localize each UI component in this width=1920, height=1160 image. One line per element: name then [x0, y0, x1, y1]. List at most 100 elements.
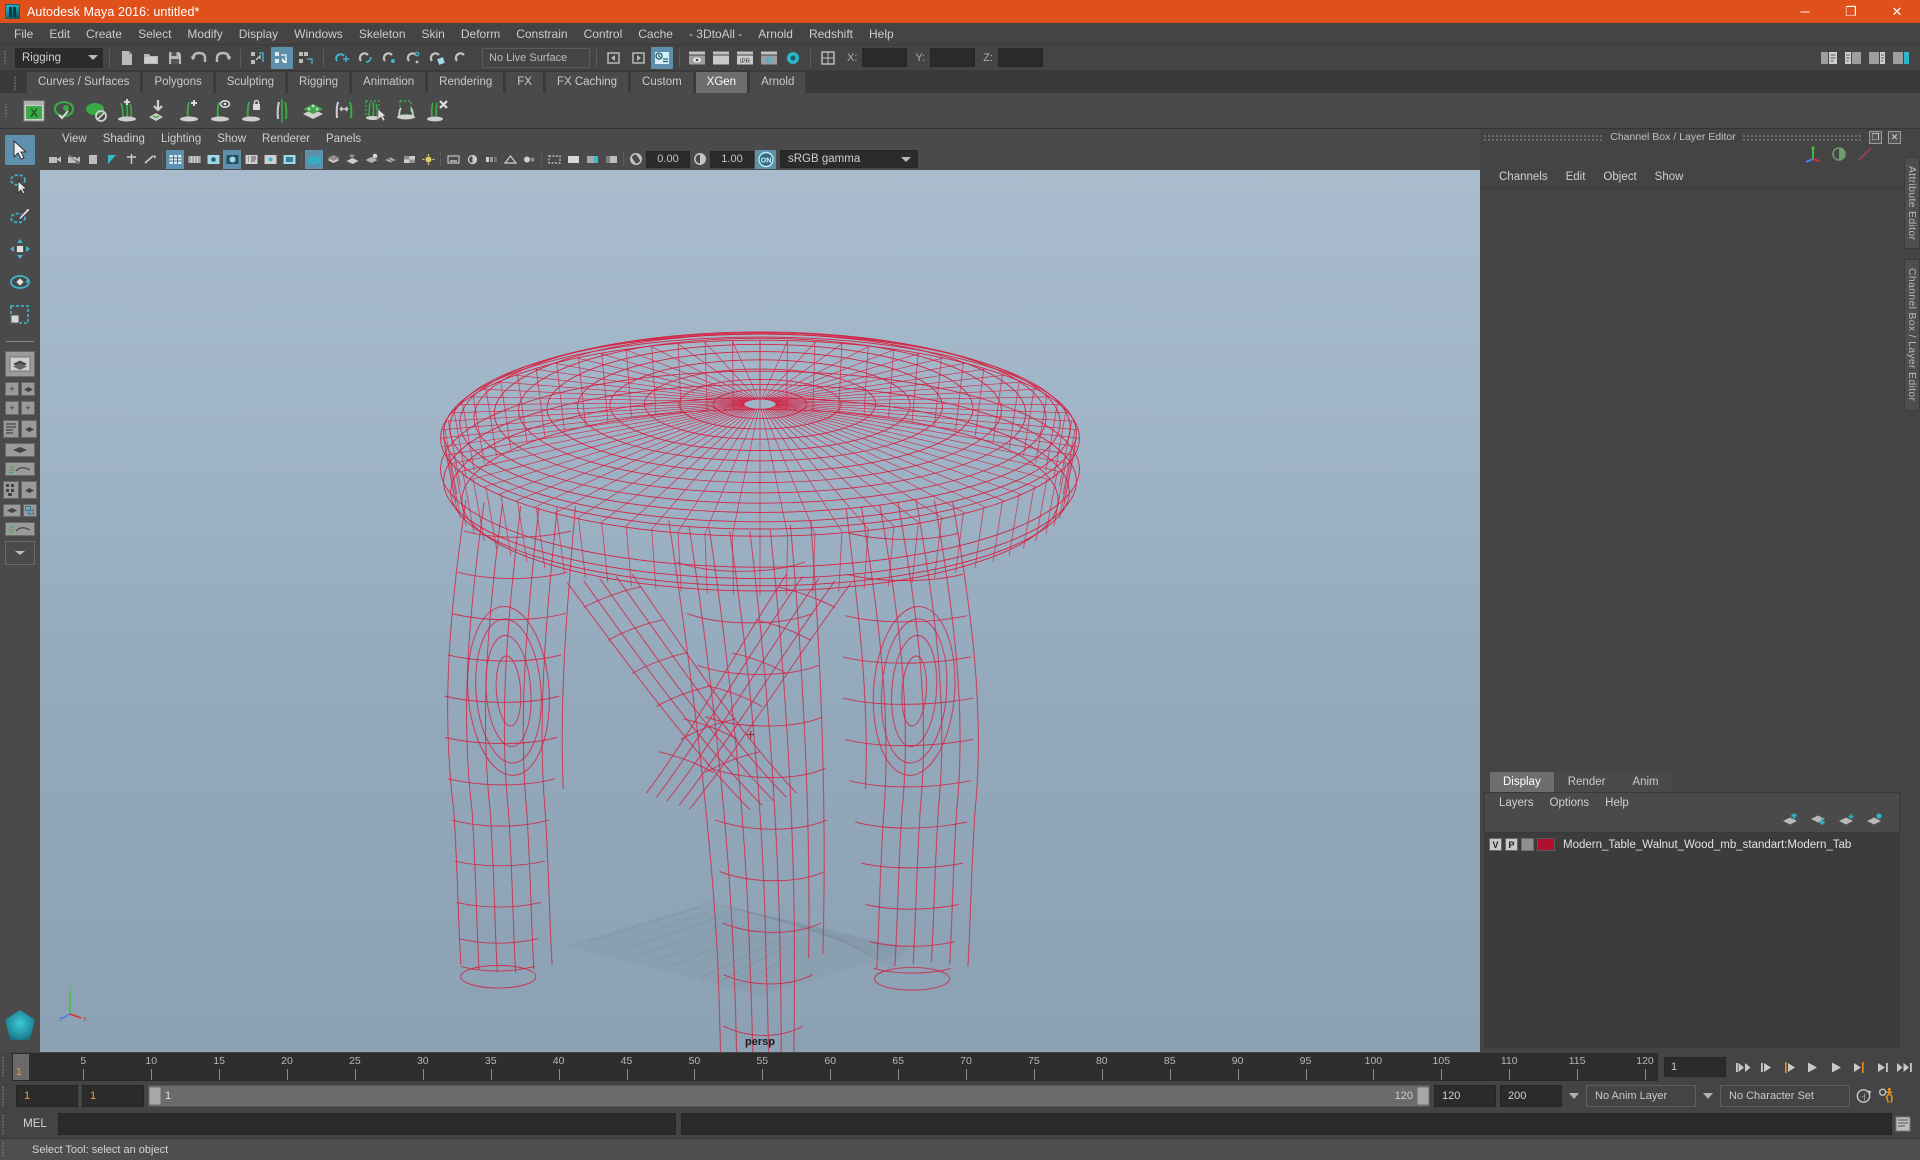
menu-3dtoall[interactable]: - 3DtoAll - — [681, 25, 750, 43]
xray-joints-icon[interactable] — [583, 150, 601, 169]
character-set-dropdown-icon[interactable] — [1703, 1093, 1713, 1099]
paint-select-tool[interactable] — [5, 201, 35, 231]
smooth-shade-all-icon[interactable] — [324, 150, 342, 169]
layer-playback-toggle[interactable]: P — [1505, 838, 1518, 851]
xgen-sculpt-layer-icon[interactable] — [298, 95, 328, 127]
bookmark-icon[interactable] — [103, 150, 121, 169]
layer-row[interactable]: V P Modern_Table_Walnut_Wood_mb_standart… — [1485, 835, 1899, 854]
hypershade-layout[interactable] — [3, 481, 19, 499]
camera-attributes-icon[interactable] — [84, 150, 102, 169]
anim-layer-dropdown-icon[interactable] — [1569, 1093, 1579, 1099]
open-scene-icon[interactable] — [140, 47, 162, 69]
render-sequence-icon[interactable] — [710, 47, 732, 69]
lasso-select-tool[interactable] — [5, 168, 35, 198]
xgen-region-icon[interactable] — [391, 95, 421, 127]
range-bar[interactable]: 1 120 — [148, 1085, 1430, 1107]
shelf-tab-xgen[interactable]: XGen — [694, 71, 749, 93]
xray-active-components-icon[interactable] — [602, 150, 620, 169]
shelf-tab-fx[interactable]: FX — [505, 71, 544, 93]
menu-display[interactable]: Display — [231, 25, 286, 43]
current-time-indicator[interactable]: 1 — [13, 1054, 29, 1080]
xgen-mirror-guide-icon[interactable] — [267, 95, 297, 127]
tab-render-layers[interactable]: Render — [1554, 772, 1619, 792]
four-view-layout[interactable]: + — [5, 382, 19, 396]
safe-action-icon[interactable] — [261, 150, 279, 169]
xgen-add-description-icon[interactable] — [112, 95, 142, 127]
scale-tool[interactable] — [5, 300, 35, 330]
two-d-pan-zoom-icon[interactable] — [141, 150, 159, 169]
viewport-menu-show[interactable]: Show — [209, 132, 254, 146]
menu-skeleton[interactable]: Skeleton — [351, 25, 414, 43]
layer-menu-help[interactable]: Help — [1597, 796, 1637, 810]
gamma-field[interactable]: 1.00 — [710, 150, 754, 168]
coord-x-field[interactable] — [862, 48, 908, 67]
layer-state-toggle[interactable] — [1521, 838, 1534, 851]
save-scene-icon[interactable] — [164, 47, 186, 69]
close-panel-button[interactable]: ✕ — [1888, 130, 1901, 144]
more-layouts[interactable] — [5, 541, 35, 565]
layer-menu-options[interactable]: Options — [1542, 796, 1598, 810]
auto-keyframe-icon[interactable]: -| — [1854, 1086, 1873, 1106]
multisample-aa-icon[interactable] — [501, 150, 519, 169]
persp-outliner-layout[interactable] — [21, 382, 35, 396]
current-frame-field[interactable]: 1 — [1664, 1057, 1726, 1077]
menu-redshift[interactable]: Redshift — [801, 25, 861, 43]
channel-box-menu-channels[interactable]: Channels — [1490, 170, 1557, 184]
grid-toggle-icon[interactable] — [166, 149, 184, 169]
shelf-tab-animation[interactable]: Animation — [351, 71, 427, 93]
flat-shade-icon[interactable] — [362, 150, 380, 169]
undo-icon[interactable] — [188, 47, 210, 69]
menu-deform[interactable]: Deform — [453, 25, 508, 43]
color-management-icon[interactable]: ON — [755, 149, 776, 169]
layer-list[interactable]: V P Modern_Table_Walnut_Wood_mb_standart… — [1485, 832, 1899, 1047]
animation-preferences-icon[interactable] — [1877, 1086, 1896, 1106]
modeling-toolkit-toggle-icon[interactable] — [1890, 47, 1912, 69]
render-settings-icon[interactable] — [758, 47, 780, 69]
single-perspective-layout[interactable] — [5, 351, 35, 377]
anim-layer-selector[interactable]: No Anim Layer — [1586, 1085, 1696, 1107]
gate-mask-icon[interactable] — [223, 149, 241, 169]
play-backwards-icon[interactable] — [1803, 1057, 1822, 1077]
command-language-label[interactable]: MEL — [17, 1118, 53, 1130]
time-slider-grip[interactable] — [2, 1054, 12, 1080]
isolate-select-icon[interactable] — [545, 150, 563, 169]
snap-to-curve-icon[interactable] — [354, 47, 376, 69]
show-manipulator-icon[interactable] — [817, 47, 839, 69]
channel-box-menu-edit[interactable]: Edit — [1557, 170, 1595, 184]
menu-select[interactable]: Select — [130, 25, 179, 43]
output-channels-icon[interactable] — [1856, 145, 1874, 168]
menu-help[interactable]: Help — [861, 25, 902, 43]
channel-box-menu-show[interactable]: Show — [1646, 170, 1693, 184]
shape-channels-icon[interactable] — [1830, 145, 1848, 168]
persp-render-layout[interactable] — [3, 504, 21, 517]
layer-menu-layers[interactable]: Layers — [1491, 796, 1542, 810]
character-set-selector[interactable]: No Character Set — [1720, 1085, 1850, 1107]
select-by-object-icon[interactable] — [271, 46, 293, 69]
panel-drag-handle-left[interactable] — [1483, 133, 1605, 141]
xgen-lock-guide-icon[interactable] — [236, 95, 266, 127]
persp-outliner-split-layout[interactable] — [3, 420, 19, 438]
transform-channels-icon[interactable] — [1804, 145, 1822, 168]
channel-box-content[interactable] — [1480, 187, 1904, 771]
select-tool[interactable] — [5, 135, 35, 165]
animation-end-time-field[interactable]: 200 — [1500, 1085, 1562, 1107]
menu-arnold[interactable]: Arnold — [750, 25, 801, 43]
menu-constrain[interactable]: Constrain — [508, 25, 575, 43]
redo-icon[interactable] — [212, 47, 234, 69]
shelf-tabs-grip[interactable] — [14, 73, 24, 93]
viewport-menu-renderer[interactable]: Renderer — [254, 132, 318, 146]
color-profile-selector[interactable]: sRGB gamma — [780, 150, 918, 168]
snap-to-view-plane-icon[interactable] — [426, 47, 448, 69]
tool-settings-toggle-icon[interactable] — [1842, 47, 1864, 69]
move-tool[interactable] — [5, 234, 35, 264]
menu-edit[interactable]: Edit — [41, 25, 78, 43]
shelf-tab-polygons[interactable]: Polygons — [142, 71, 214, 93]
shelf-grip[interactable] — [5, 100, 14, 122]
attribute-editor-toggle-icon[interactable] — [1818, 47, 1840, 69]
panel-drag-handle-right[interactable] — [1741, 133, 1863, 141]
hypershade-icon[interactable] — [782, 47, 804, 69]
menu-file[interactable]: File — [6, 25, 41, 43]
xgen-add-guide-icon[interactable] — [174, 95, 204, 127]
create-layer-from-selected-icon[interactable] — [1866, 813, 1883, 831]
step-forward-frame-icon[interactable] — [1849, 1057, 1868, 1077]
